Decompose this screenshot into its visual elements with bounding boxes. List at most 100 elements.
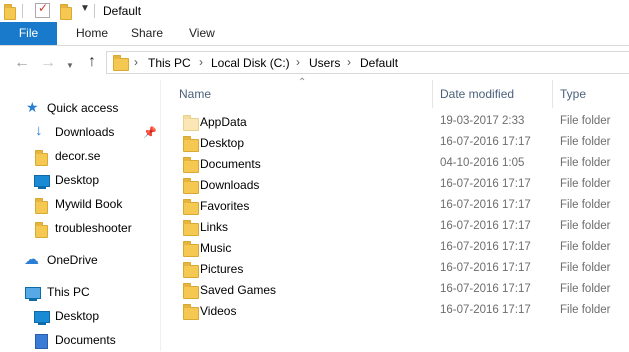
folder-icon [183, 262, 199, 278]
folder-icon [183, 220, 199, 236]
sidebar-item-troubleshooter[interactable]: troubleshooter [0, 218, 160, 240]
table-row[interactable]: Saved Games 16-07-2016 17:17 File folder [161, 280, 629, 301]
sidebar-item-downloads[interactable]: ↓ Downloads 📌 [0, 122, 160, 144]
folder-icon [35, 150, 48, 166]
arrow-left-icon[interactable]: ← [14, 55, 30, 71]
file-date: 16-07-2016 17:17 [440, 283, 531, 295]
table-row[interactable]: Links 16-07-2016 17:17 File folder [161, 217, 629, 238]
star-icon: ★ [26, 99, 39, 115]
sidebar-item-decor[interactable]: decor.se [0, 146, 160, 168]
sidebar-item-label: This PC [47, 285, 90, 299]
desktop-icon [34, 175, 50, 189]
table-row[interactable]: Documents 04-10-2016 1:05 File folder [161, 154, 629, 175]
navigation-pane: ★ Quick access ↓ Downloads 📌 decor.se De… [0, 80, 160, 351]
file-type: File folder [560, 136, 611, 148]
sidebar-item-label: Downloads [55, 125, 115, 139]
file-name: Saved Games [200, 283, 277, 297]
breadcrumb-local-disk[interactable]: Local Disk (C:) [211, 56, 290, 70]
table-row[interactable]: AppData 19-03-2017 2:33 File folder [161, 112, 629, 133]
title-bar: ✓ ▼ Default [0, 0, 629, 22]
table-row[interactable]: Downloads 16-07-2016 17:17 File folder [161, 175, 629, 196]
breadcrumb-users[interactable]: Users [309, 56, 340, 70]
file-date: 16-07-2016 17:17 [440, 178, 531, 190]
divider [94, 4, 95, 18]
column-divider[interactable] [552, 80, 553, 108]
sidebar-item-label: troubleshooter [55, 221, 132, 235]
folder-icon [183, 283, 199, 299]
pin-icon[interactable]: 📌 [143, 126, 157, 139]
address-bar[interactable]: › This PC › Local Disk (C:) › Users › De… [106, 51, 629, 74]
file-type: File folder [560, 262, 611, 274]
chevron-right-icon[interactable]: › [199, 55, 203, 69]
divider [22, 4, 23, 18]
computer-icon [25, 287, 41, 301]
file-name: Favorites [200, 199, 250, 213]
arrow-up-icon[interactable]: ↑ [88, 54, 96, 70]
file-type: File folder [560, 283, 611, 295]
breadcrumb-this-pc[interactable]: This PC [148, 56, 191, 70]
sidebar-item-desktop[interactable]: Desktop [0, 170, 160, 192]
table-row[interactable]: Pictures 16-07-2016 17:17 File folder [161, 259, 629, 280]
arrow-right-icon[interactable]: → [40, 55, 56, 71]
file-type: File folder [560, 157, 611, 169]
tab-home[interactable]: Home [76, 22, 108, 45]
sidebar-item-mywild-book[interactable]: Mywild Book [0, 194, 160, 216]
folder-icon [4, 4, 16, 20]
folder-icon [35, 198, 48, 214]
sidebar-item-quick-access[interactable]: ★ Quick access [0, 98, 160, 120]
column-header-date[interactable]: Date modified [440, 87, 514, 101]
folder-icon [183, 115, 199, 131]
file-name: Documents [200, 157, 261, 171]
file-date: 19-03-2017 2:33 [440, 115, 525, 127]
file-date: 16-07-2016 17:17 [440, 262, 531, 274]
file-list: ⌃ Name Date modified Type AppData 19-03-… [161, 77, 629, 351]
column-divider[interactable] [432, 80, 433, 108]
table-row[interactable]: Desktop 16-07-2016 17:17 File folder [161, 133, 629, 154]
file-name: Videos [200, 304, 237, 318]
breadcrumb-default[interactable]: Default [360, 56, 398, 70]
cloud-icon: ☁ [24, 251, 39, 268]
column-header-name[interactable]: Name [179, 87, 211, 101]
tab-share[interactable]: Share [131, 22, 163, 45]
sidebar-item-label: Desktop [55, 309, 100, 323]
tab-view[interactable]: View [189, 22, 215, 45]
sidebar-item-this-pc[interactable]: This PC [0, 282, 160, 304]
documents-icon [35, 334, 48, 349]
file-name: Desktop [200, 136, 245, 150]
chevron-right-icon[interactable]: › [134, 55, 138, 69]
folder-icon [183, 199, 199, 215]
file-name: AppData [200, 115, 247, 129]
file-date: 04-10-2016 1:05 [440, 157, 525, 169]
column-header-type[interactable]: Type [560, 87, 586, 101]
sidebar-item-pc-desktop[interactable]: Desktop [0, 306, 160, 328]
file-date: 16-07-2016 17:17 [440, 220, 531, 232]
file-type: File folder [560, 304, 611, 316]
file-type: File folder [560, 178, 611, 190]
new-folder-icon[interactable] [60, 4, 72, 20]
folder-icon [113, 55, 129, 71]
sidebar-item-pc-documents[interactable]: Documents [0, 330, 160, 352]
customize-toolbar-icon[interactable]: ▼ [80, 3, 90, 14]
table-row[interactable]: Favorites 16-07-2016 17:17 File folder [161, 196, 629, 217]
folder-icon [183, 178, 199, 194]
folder-icon [183, 136, 199, 152]
folder-icon [183, 304, 199, 320]
sort-ascending-icon: ⌃ [298, 77, 307, 88]
folder-icon [183, 157, 199, 173]
tab-file[interactable]: File [0, 22, 57, 45]
chevron-right-icon[interactable]: › [347, 55, 351, 69]
chevron-down-icon[interactable]: ▼ [66, 58, 74, 74]
file-name: Pictures [200, 262, 244, 276]
sidebar-item-label: Mywild Book [55, 197, 123, 211]
table-row[interactable]: Videos 16-07-2016 17:17 File folder [161, 301, 629, 322]
chevron-right-icon[interactable]: › [296, 55, 300, 69]
sidebar-item-label: OneDrive [47, 253, 98, 267]
desktop-icon [34, 311, 50, 325]
sidebar-item-onedrive[interactable]: ☁ OneDrive [0, 250, 160, 272]
sidebar-item-label: Quick access [47, 101, 119, 115]
file-name: Music [200, 241, 232, 255]
file-name: Links [200, 220, 229, 234]
table-row[interactable]: Music 16-07-2016 17:17 File folder [161, 238, 629, 259]
address-row: ← → ▼ ↑ › This PC › Local Disk (C:) › Us… [0, 46, 629, 80]
properties-checkbox-icon[interactable]: ✓ [35, 1, 50, 18]
